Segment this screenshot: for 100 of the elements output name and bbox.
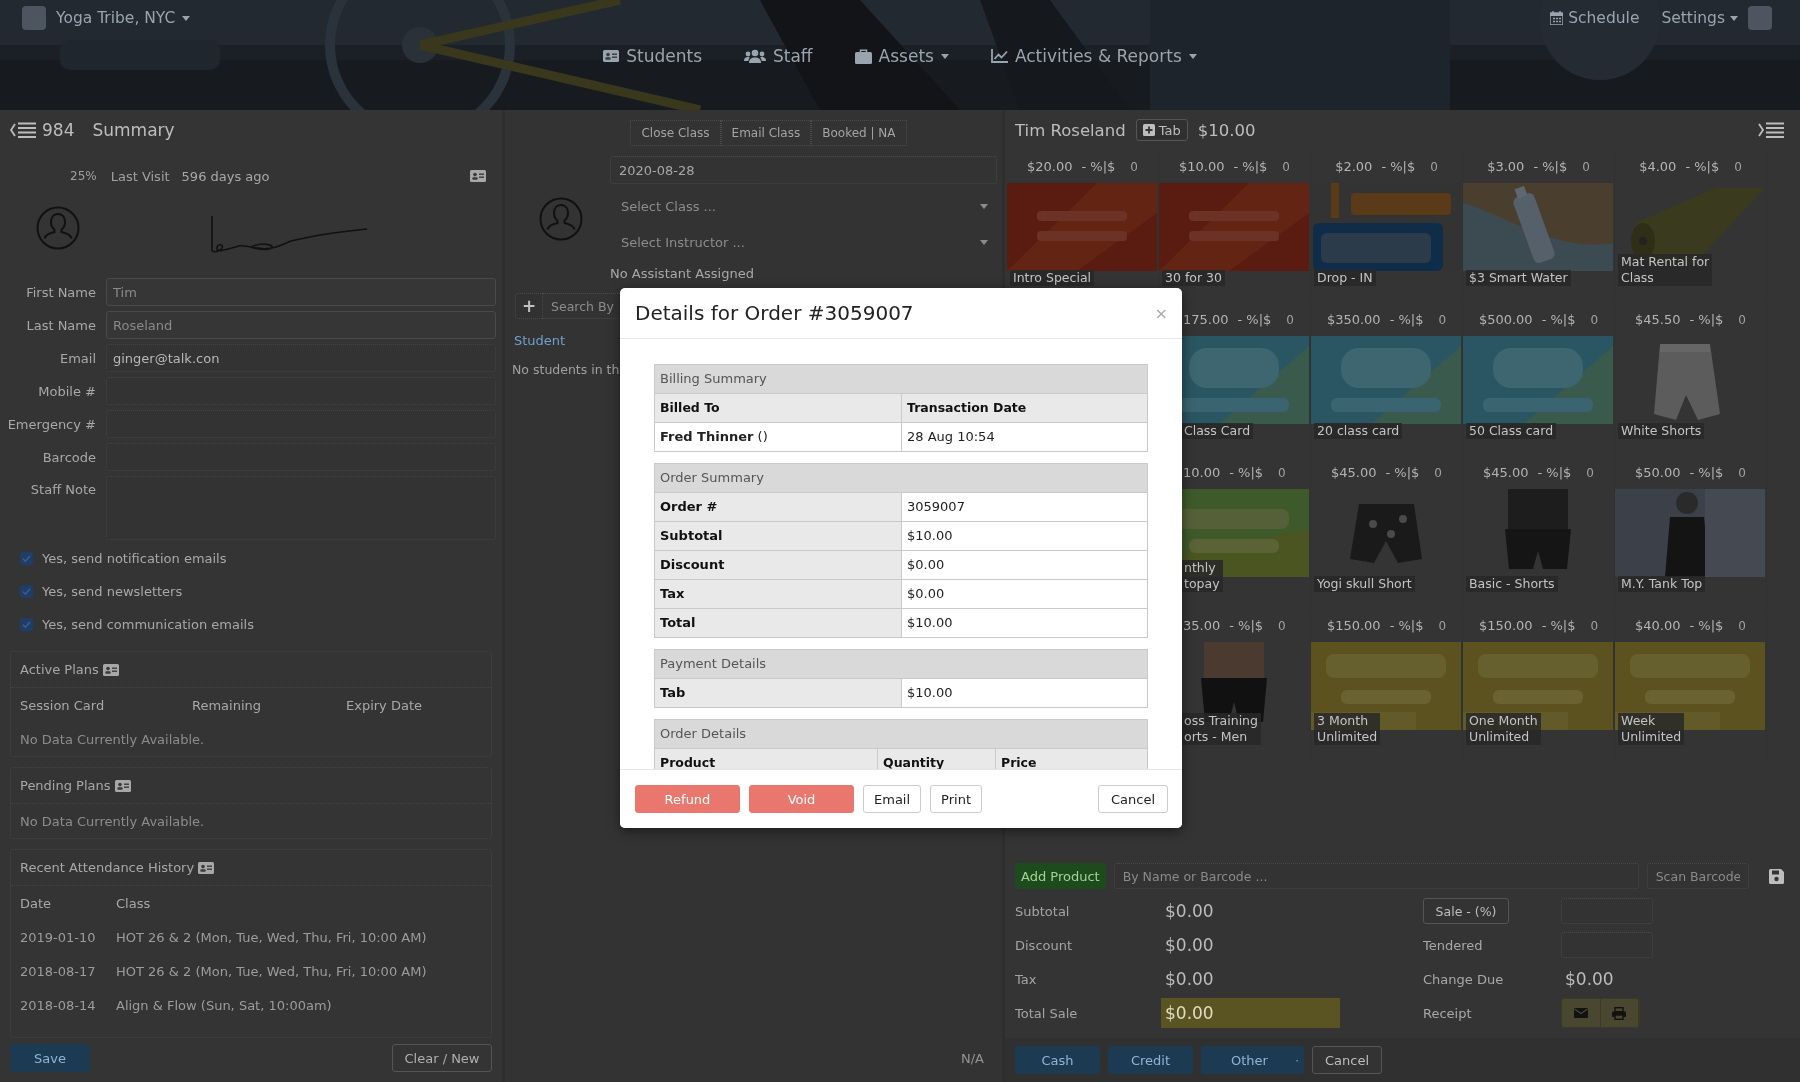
settings-menu[interactable]: Settings bbox=[1661, 9, 1738, 27]
save-icon[interactable] bbox=[1768, 868, 1784, 884]
field-label: Staff Note bbox=[29, 482, 96, 497]
table-cell-text: 2018-08-14 bbox=[20, 997, 97, 1013]
product-price: $45.00 bbox=[1331, 465, 1377, 480]
discount-toggle[interactable]: - %|$ bbox=[1689, 465, 1724, 480]
chart-icon bbox=[990, 49, 1008, 63]
product-name[interactable]: nthly topay bbox=[1181, 560, 1223, 592]
nav-link[interactable]: Students bbox=[603, 46, 702, 66]
row-header: Subtotal bbox=[655, 522, 901, 550]
checkbox[interactable] bbox=[20, 552, 33, 565]
sale-field[interactable] bbox=[1561, 898, 1653, 924]
cancel-button[interactable]: Cancel bbox=[1312, 1046, 1382, 1074]
student-link[interactable]: Student bbox=[514, 333, 566, 348]
table-title: Order Details bbox=[655, 720, 1147, 748]
quantity-count: 0 bbox=[1738, 465, 1746, 480]
product-price: $20.00 bbox=[1027, 159, 1073, 174]
product-name[interactable]: M.Y. Tank Top bbox=[1618, 576, 1706, 592]
product-name[interactable]: One Month Unlimited bbox=[1466, 713, 1541, 745]
panel-menu-icon[interactable] bbox=[1758, 122, 1784, 138]
logo[interactable] bbox=[22, 6, 46, 30]
discount-toggle[interactable]: - %|$ bbox=[1389, 618, 1424, 633]
product-name[interactable]: Drop - IN bbox=[1314, 270, 1376, 286]
product-price: $40.00 bbox=[1635, 618, 1681, 633]
modal-button[interactable]: Cancel bbox=[1098, 785, 1168, 813]
class-select[interactable]: Select Class ... bbox=[610, 192, 997, 220]
checkbox[interactable] bbox=[20, 618, 33, 631]
product-name[interactable]: $3 Smart Water bbox=[1466, 270, 1571, 286]
add-student-button[interactable]: + bbox=[515, 293, 543, 319]
discount-toggle[interactable]: - %|$ bbox=[1237, 312, 1272, 327]
product-name[interactable]: 3 Month Unlimited bbox=[1314, 713, 1381, 745]
class-action-tab[interactable]: Close Class bbox=[630, 120, 721, 146]
text-field[interactable]: ginger@talk.con bbox=[106, 344, 496, 372]
product-name[interactable]: 20 class card bbox=[1314, 423, 1403, 439]
modal-button[interactable]: Print bbox=[930, 785, 982, 813]
clear-button[interactable]: Clear / New bbox=[392, 1044, 492, 1072]
discount-toggle[interactable]: - %|$ bbox=[1533, 159, 1568, 174]
add-product-button[interactable]: Add Product bbox=[1015, 863, 1106, 889]
product-name[interactable]: Intro Special bbox=[1010, 270, 1095, 286]
id-card-icon bbox=[470, 170, 486, 182]
schedule-link[interactable]: Schedule bbox=[1550, 9, 1640, 27]
product-name[interactable]: Mat Rental for Class bbox=[1618, 254, 1713, 286]
product-price: 10.00 bbox=[1183, 465, 1221, 480]
discount-toggle[interactable]: - %|$ bbox=[1233, 159, 1268, 174]
row-header: Tab bbox=[655, 679, 901, 707]
field-label: Email bbox=[58, 350, 96, 366]
product-name[interactable]: White Shorts bbox=[1618, 423, 1705, 439]
tendered-field[interactable] bbox=[1561, 932, 1653, 958]
nav-link[interactable]: Assets bbox=[854, 46, 949, 66]
text-field[interactable]: Roseland bbox=[106, 311, 496, 339]
product-name[interactable]: Class Card bbox=[1181, 423, 1254, 439]
payment-button[interactable]: Cash bbox=[1015, 1046, 1100, 1074]
id-card-icon bbox=[603, 50, 620, 62]
table-cell-text: Fred Thinner () bbox=[659, 428, 769, 446]
discount-toggle[interactable]: - %|$ bbox=[1081, 159, 1116, 174]
discount-toggle[interactable]: - %|$ bbox=[1541, 312, 1576, 327]
discount-toggle[interactable]: - %|$ bbox=[1385, 465, 1420, 480]
quantity-count: 0 bbox=[1734, 159, 1742, 174]
discount-toggle[interactable]: - %|$ bbox=[1541, 618, 1576, 633]
checkbox[interactable] bbox=[20, 585, 33, 598]
total-value: $0.00 bbox=[1164, 968, 1215, 991]
nav-link[interactable]: Staff bbox=[744, 46, 813, 66]
sidebar-toggle-icon[interactable] bbox=[10, 122, 36, 138]
quantity-count: 0 bbox=[1590, 312, 1599, 327]
tab-button[interactable]: Tab bbox=[1135, 119, 1188, 141]
discount-toggle[interactable]: - %|$ bbox=[1229, 618, 1264, 633]
save-button[interactable]: Save bbox=[10, 1044, 90, 1072]
caret-icon bbox=[182, 15, 191, 21]
class-action-tab[interactable]: Email Class bbox=[720, 120, 812, 146]
discount-toggle[interactable]: - %|$ bbox=[1689, 618, 1724, 633]
instructor-select[interactable]: Select Instructor ... bbox=[610, 228, 997, 256]
text-field[interactable]: Tim bbox=[106, 278, 496, 306]
product-name[interactable]: Basic - Shorts bbox=[1466, 576, 1558, 592]
product-name[interactable]: Week Unlimited bbox=[1618, 713, 1685, 745]
discount-toggle[interactable]: - %|$ bbox=[1685, 159, 1720, 174]
column-header: Billed To bbox=[655, 394, 901, 422]
location-menu[interactable]: Yoga Tribe, NYC bbox=[56, 9, 191, 27]
product-name[interactable]: oss Training orts - Men bbox=[1181, 713, 1261, 745]
empty-message: No Data Currently Available. bbox=[20, 731, 206, 747]
balance-amount: $10.00 bbox=[1197, 120, 1256, 140]
sale-button[interactable]: Sale - (%) bbox=[1423, 898, 1509, 924]
table-cell-text: HOT 26 & 2 (Mon, Tue, Wed, Thu, Fri, 10:00 AM) bbox=[116, 963, 428, 979]
discount-toggle[interactable]: - %|$ bbox=[1537, 465, 1572, 480]
user-avatar[interactable] bbox=[1748, 6, 1772, 30]
quantity-count: 0 bbox=[1582, 159, 1590, 174]
discount-toggle[interactable]: - %|$ bbox=[1229, 465, 1264, 480]
discount-toggle[interactable]: - %|$ bbox=[1389, 312, 1424, 327]
nav-link[interactable]: Activities & Reports bbox=[990, 46, 1197, 66]
product-search-field[interactable]: By Name or Barcode ... bbox=[1113, 863, 1639, 889]
table-cell: $0.00 bbox=[901, 551, 1147, 579]
modal-button[interactable]: Email bbox=[863, 785, 922, 813]
product-name[interactable]: 30 for 30 bbox=[1162, 270, 1225, 286]
product-name[interactable]: Yogi skull Short bbox=[1314, 576, 1415, 592]
discount-toggle[interactable]: - %|$ bbox=[1689, 312, 1724, 327]
id-card-icon bbox=[198, 861, 215, 874]
discount-toggle[interactable]: - %|$ bbox=[1381, 159, 1416, 174]
payment-button[interactable]: Other bbox=[1201, 1046, 1304, 1074]
class-action-tab[interactable]: Booked | NA bbox=[811, 120, 907, 146]
payment-button[interactable]: Credit bbox=[1108, 1046, 1193, 1074]
product-name[interactable]: 50 Class card bbox=[1466, 423, 1557, 439]
